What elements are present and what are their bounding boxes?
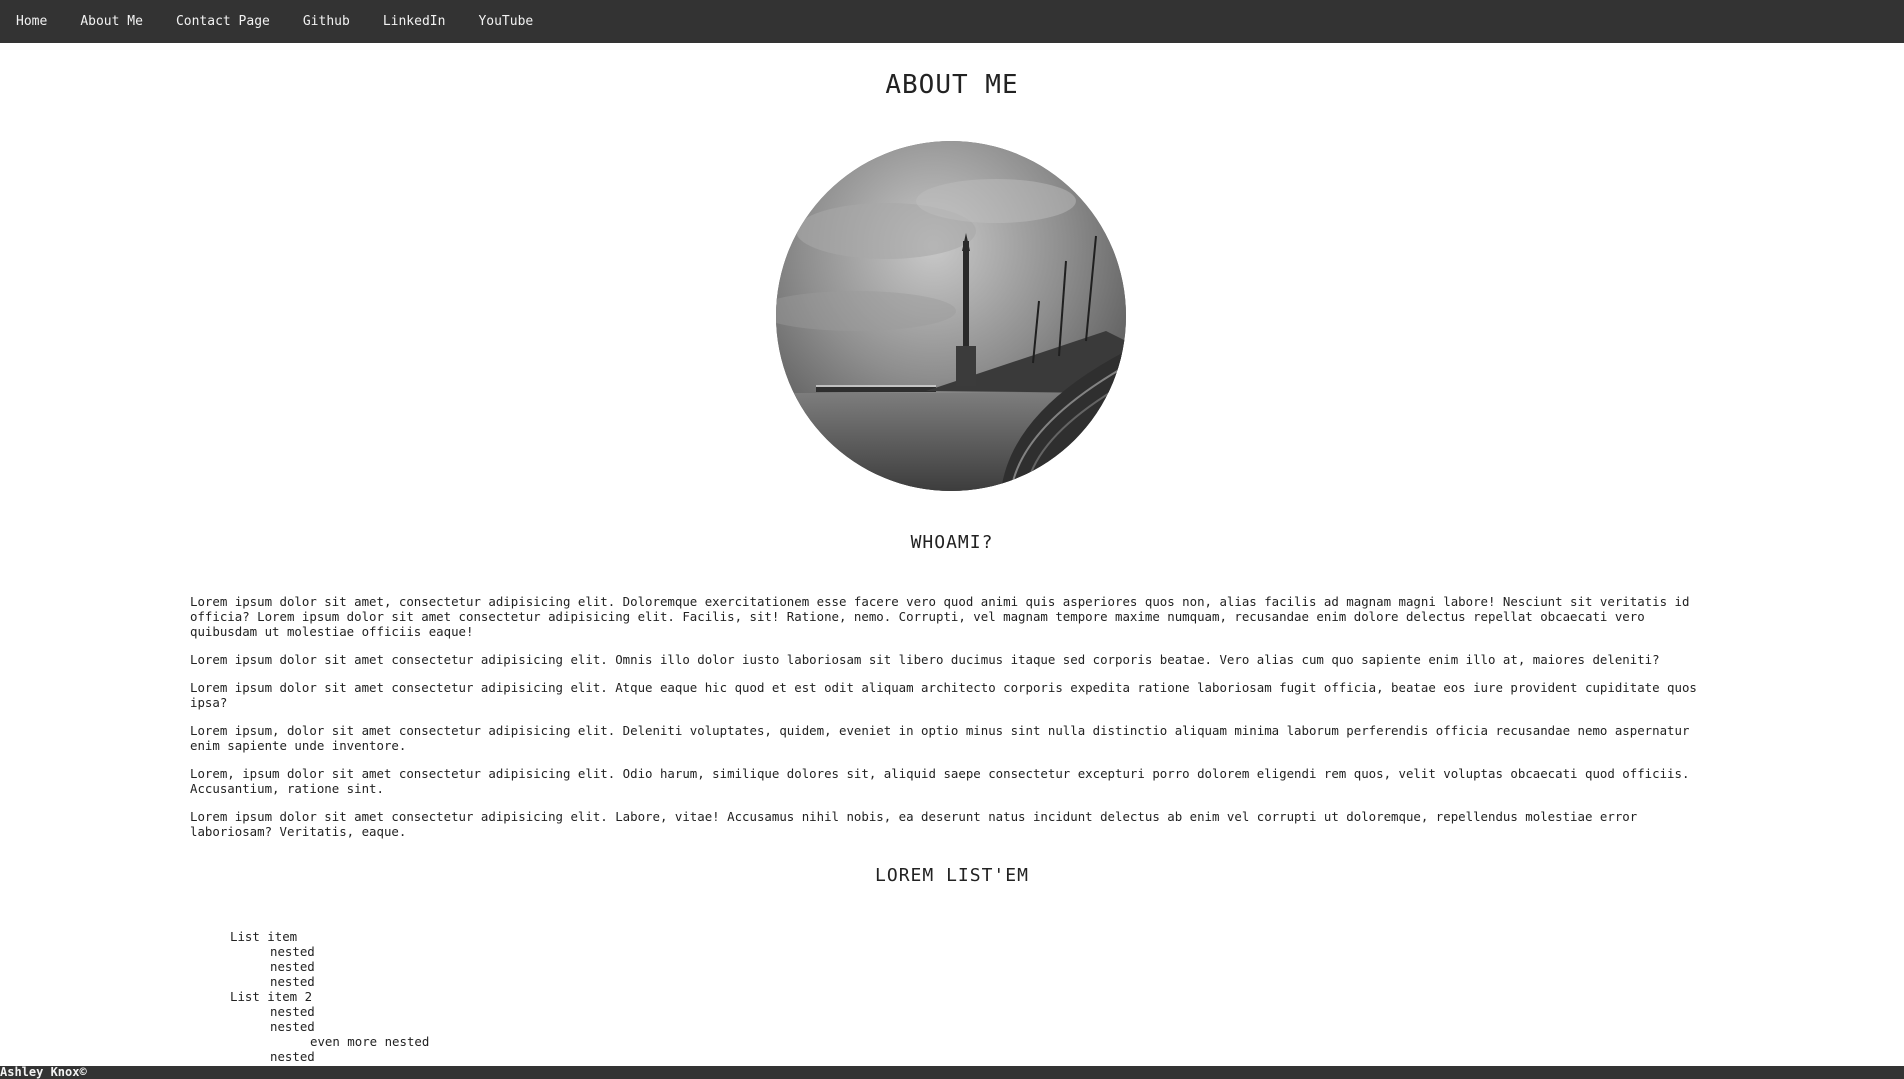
paragraph: Lorem ipsum dolor sit amet consectetur a… <box>190 652 1660 667</box>
seafront-tower-image <box>776 141 1126 491</box>
lorem-list: List item nested nested nested List item… <box>230 929 429 1064</box>
nav-link-about-me[interactable]: About Me <box>80 14 143 29</box>
list-item: List item 2 nested nested even more nest… <box>230 989 430 1064</box>
paragraph: Lorem ipsum dolor sit amet, consectetur … <box>190 594 1690 639</box>
list-item-nested: nested <box>270 959 315 974</box>
footer-copyright: Ashley Knox© <box>0 1065 87 1079</box>
paragraph: Lorem ipsum dolor sit amet consectetur a… <box>190 680 1697 710</box>
nav-link-github[interactable]: Github <box>303 14 350 29</box>
page-title: ABOUT ME <box>885 70 1019 100</box>
paragraph: Lorem, ipsum dolor sit amet consectetur … <box>190 766 1690 796</box>
list-item-nested: nested <box>270 1004 315 1019</box>
whoami-heading: WHOAMI? <box>910 532 994 553</box>
list-item-nested: nested even more nested <box>270 1019 430 1049</box>
nav-link-youtube[interactable]: YouTube <box>478 14 533 29</box>
profile-photo <box>776 141 1126 491</box>
list-item-nested: nested <box>270 944 315 959</box>
about-paragraphs: Lorem ipsum dolor sit amet, consectetur … <box>190 594 1710 852</box>
list-item-nested: nested <box>270 974 315 989</box>
list-heading: LOREM LIST'EM <box>875 865 1029 886</box>
nav-link-home[interactable]: Home <box>16 14 47 29</box>
nav-link-linkedin[interactable]: LinkedIn <box>383 14 446 29</box>
list-item-nested: nested <box>270 1049 315 1064</box>
footer: Ashley Knox© <box>0 1066 1904 1079</box>
top-nav: Home About Me Contact Page Github Linked… <box>0 0 1904 43</box>
paragraph: Lorem ipsum, dolor sit amet consectetur … <box>190 723 1690 753</box>
list-item: List item nested nested nested <box>230 929 429 989</box>
nav-link-contact-page[interactable]: Contact Page <box>176 14 270 29</box>
paragraph: Lorem ipsum dolor sit amet consectetur a… <box>190 809 1638 839</box>
list-item-deep-nested: even more nested <box>310 1034 430 1049</box>
